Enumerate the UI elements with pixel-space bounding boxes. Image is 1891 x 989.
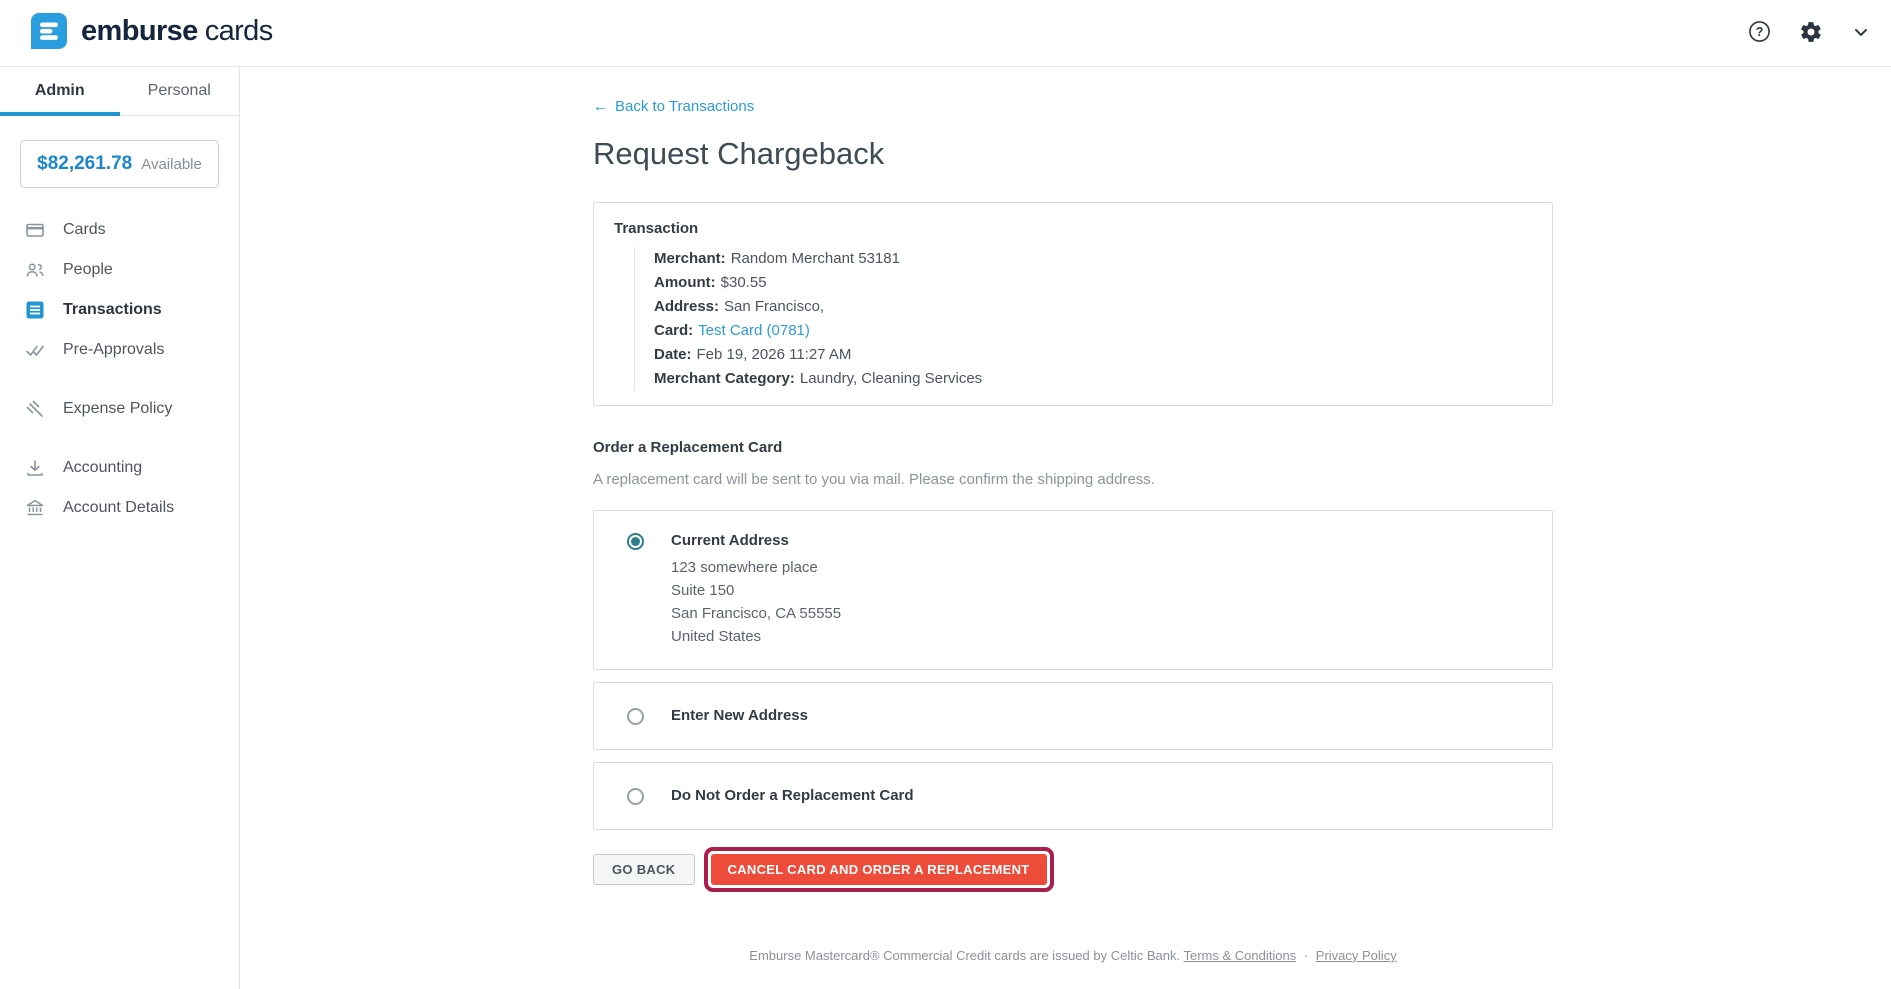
double-check-icon [24, 340, 45, 360]
replacement-section-heading: Order a Replacement Card [593, 439, 1553, 456]
address-line: United States [671, 625, 841, 648]
emburse-logo-icon [30, 12, 68, 55]
option-no-replacement[interactable]: Do Not Order a Replacement Card [593, 762, 1553, 830]
option-body: Current Address 123 somewhere place Suit… [671, 532, 841, 648]
transaction-panel: Transaction Merchant: Random Merchant 531… [593, 202, 1553, 406]
help-button[interactable]: ? [1744, 16, 1775, 50]
option-label: Do Not Order a Replacement Card [671, 787, 914, 804]
address-line: San Francisco, CA 55555 [671, 602, 841, 625]
back-link-label: Back to Transactions [615, 98, 754, 115]
sidebar-item-expense-policy[interactable]: Expense Policy [0, 389, 239, 429]
transaction-date: Date: Feb 19, 2026 11:27 AM [654, 343, 1532, 367]
sidebar-item-label: Transactions [63, 301, 162, 319]
gavel-icon [24, 399, 45, 419]
sidebar-item-label: Pre-Approvals [63, 341, 164, 359]
help-icon: ? [1748, 20, 1771, 46]
balance-label: Available [141, 156, 202, 173]
replacement-section-subtext: A replacement card will be sent to you v… [593, 471, 1553, 488]
field-value: $30.55 [721, 274, 767, 291]
sidebar-item-label: People [63, 261, 113, 279]
option-enter-new-address[interactable]: Enter New Address [593, 682, 1553, 750]
transaction-address: Address: San Francisco, [654, 295, 1532, 319]
page-title: Request Chargeback [593, 136, 1553, 172]
tab-admin[interactable]: Admin [0, 67, 120, 115]
footer-disclaimer: Emburse Mastercard® Commercial Credit ca… [749, 948, 1180, 963]
sidebar-item-pre-approvals[interactable]: Pre-Approvals [0, 330, 239, 370]
settings-button[interactable] [1795, 16, 1827, 51]
field-label: Merchant Category: [654, 370, 795, 387]
main-content: ← Back to Transactions Request Chargebac… [240, 67, 1891, 989]
svg-text:?: ? [1756, 25, 1764, 39]
option-label: Enter New Address [671, 707, 808, 724]
field-label: Date: [654, 346, 692, 363]
field-value: Laundry, Cleaning Services [800, 370, 982, 387]
field-value: Feb 19, 2026 11:27 AM [697, 346, 852, 363]
bank-icon [24, 498, 45, 518]
transaction-heading: Transaction [614, 220, 1532, 237]
sidebar-item-label: Expense Policy [63, 400, 172, 418]
sidebar-item-cards[interactable]: Cards [0, 210, 239, 250]
card-icon [24, 220, 45, 240]
footer-separator: · [1304, 948, 1308, 963]
address-line: Suite 150 [671, 579, 841, 602]
sidebar-nav: Cards People T [0, 210, 239, 528]
transaction-merchant: Merchant: Random Merchant 53181 [654, 247, 1532, 271]
sidebar-item-label: Cards [63, 221, 106, 239]
sidebar-item-account-details[interactable]: Account Details [0, 488, 239, 528]
field-value: Random Merchant 53181 [731, 250, 900, 267]
field-value: San Francisco, [724, 298, 824, 315]
address-line: 123 somewhere place [671, 556, 841, 579]
transaction-details: Merchant: Random Merchant 53181 Amount: $3… [634, 247, 1532, 391]
tab-personal[interactable]: Personal [120, 67, 240, 115]
field-label: Card: [654, 322, 693, 339]
transaction-card: Card: Test Card (0781) [654, 319, 1532, 343]
sidebar-item-label: Accounting [63, 459, 142, 477]
sidebar: Admin Personal $82,261.78 Available Card… [0, 67, 240, 989]
option-label: Current Address [671, 532, 841, 549]
action-buttons: GO BACK CANCEL CARD AND ORDER A REPLACEM… [593, 847, 1553, 892]
option-current-address[interactable]: Current Address 123 somewhere place Suit… [593, 510, 1553, 670]
topbar-actions: ? [1744, 16, 1875, 51]
card-link[interactable]: Test Card (0781) [698, 322, 810, 339]
download-icon [24, 458, 45, 478]
terms-and-conditions-link[interactable]: Terms & Conditions [1183, 948, 1296, 963]
target-highlight-outline: CANCEL CARD AND ORDER A REPLACEMENT [704, 847, 1054, 892]
back-arrow-icon: ← [593, 98, 608, 115]
sidebar-item-people[interactable]: People [0, 250, 239, 290]
sidebar-item-accounting[interactable]: Accounting [0, 448, 239, 488]
balance-amount: $82,261.78 [37, 153, 132, 175]
go-back-button[interactable]: GO BACK [593, 854, 695, 885]
field-label: Address: [654, 298, 719, 315]
transaction-amount: Amount: $30.55 [654, 271, 1532, 295]
footer: Emburse Mastercard® Commercial Credit ca… [593, 948, 1553, 963]
chevron-down-icon [1851, 22, 1871, 45]
radio-enter-new-address[interactable] [627, 708, 644, 725]
gear-icon [1799, 20, 1823, 47]
transactions-icon [24, 300, 45, 320]
privacy-policy-link[interactable]: Privacy Policy [1316, 948, 1397, 963]
sidebar-item-label: Account Details [63, 499, 174, 517]
radio-current-address[interactable] [627, 533, 644, 550]
account-menu-button[interactable] [1847, 18, 1875, 49]
sidebar-tabs: Admin Personal [0, 67, 239, 116]
people-icon [24, 260, 45, 280]
field-label: Merchant: [654, 250, 726, 267]
top-bar: embursecards ? [0, 0, 1891, 67]
sidebar-item-transactions[interactable]: Transactions [0, 290, 239, 330]
current-address-lines: 123 somewhere place Suite 150 San Franci… [671, 556, 841, 648]
cancel-card-order-replacement-button[interactable]: CANCEL CARD AND ORDER A REPLACEMENT [711, 854, 1047, 885]
radio-no-replacement[interactable] [627, 788, 644, 805]
transaction-merchant-category: Merchant Category: Laundry, Cleaning Serv… [654, 367, 1532, 391]
brand-wordmark: embursecards [81, 17, 273, 50]
field-label: Amount: [654, 274, 716, 291]
available-balance: $82,261.78 Available [20, 140, 219, 188]
back-to-transactions-link[interactable]: ← Back to Transactions [593, 98, 754, 115]
emburse-logo[interactable]: embursecards [30, 12, 273, 55]
